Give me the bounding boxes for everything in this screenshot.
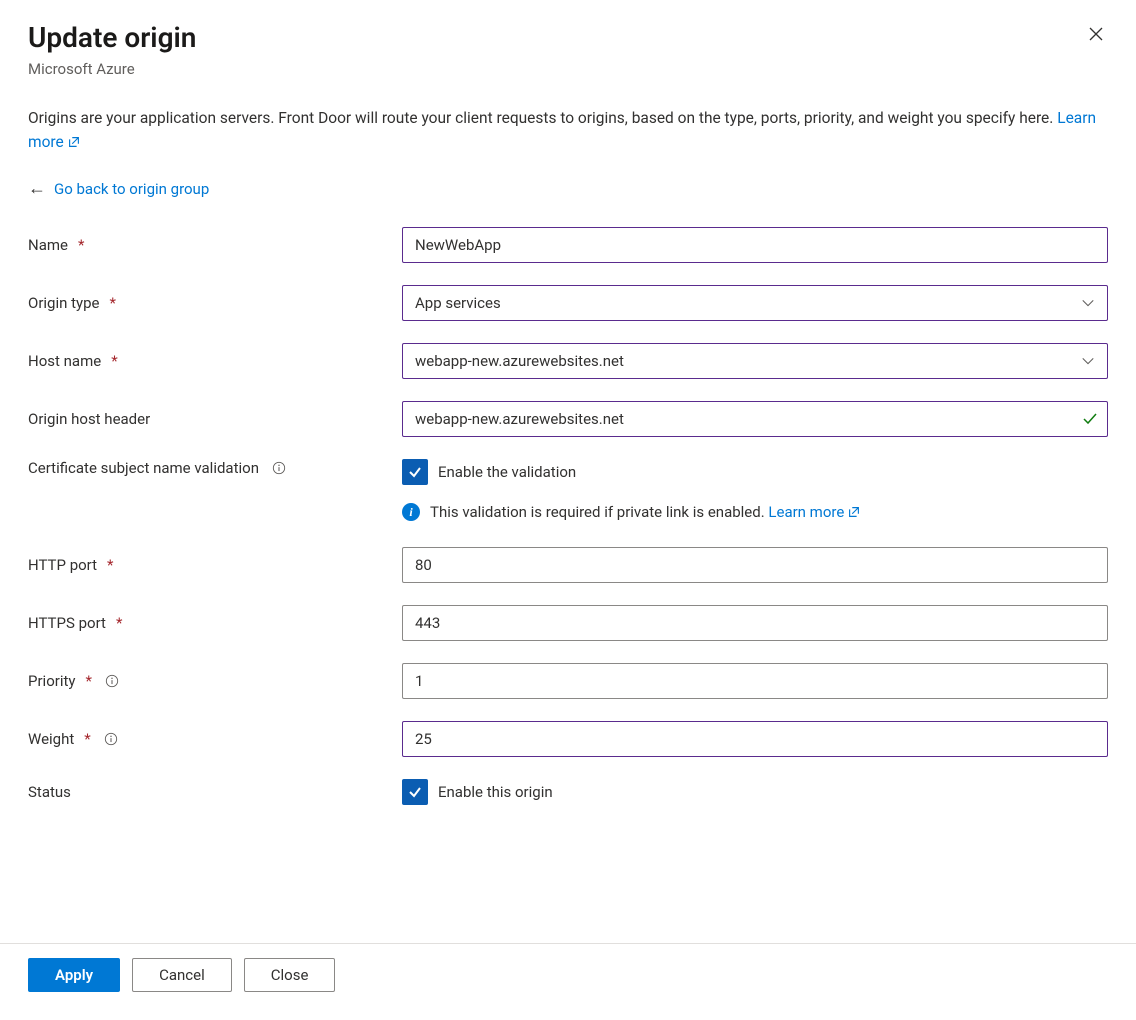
external-link-icon [67,135,81,149]
enable-validation-label: Enable the validation [438,463,576,481]
panel-title: Update origin [28,20,1108,56]
weight-input[interactable] [402,721,1108,757]
info-tooltip[interactable] [103,731,119,747]
info-icon [104,732,118,746]
info-filled-icon: i [402,503,420,521]
origin-host-header-input[interactable] [402,401,1108,437]
chevron-down-icon [1081,296,1095,310]
priority-input[interactable] [402,663,1108,699]
chevron-down-icon [1081,354,1095,368]
checkmark-icon [407,464,423,480]
https-port-input[interactable] [402,605,1108,641]
host-name-label: Host name* [28,352,402,370]
cert-validation-label: Certificate subject name validation [28,459,402,477]
external-link-icon [847,505,861,519]
enable-origin-checkbox[interactable] [402,779,428,805]
origin-host-header-label: Origin host header [28,410,402,428]
enable-validation-checkbox[interactable] [402,459,428,485]
http-port-input[interactable] [402,547,1108,583]
close-button[interactable] [1084,24,1108,48]
origin-type-dropdown[interactable]: App services [402,285,1108,321]
description-text: Origins are your application servers. Fr… [28,106,1108,154]
back-link-row[interactable]: ← Go back to origin group [28,178,1108,199]
back-link: Go back to origin group [54,180,209,198]
panel-subtitle: Microsoft Azure [28,60,1108,78]
info-tooltip[interactable] [271,460,287,476]
status-label: Status [28,783,402,801]
apply-button[interactable]: Apply [28,958,120,992]
host-name-dropdown[interactable]: webapp-new.azurewebsites.net [402,343,1108,379]
info-icon [272,461,286,475]
check-icon [1082,411,1098,427]
info-icon [105,674,119,688]
weight-label: Weight* [28,730,402,748]
origin-type-label: Origin type* [28,294,402,312]
http-port-label: HTTP port* [28,556,402,574]
enable-origin-label: Enable this origin [438,783,553,801]
cancel-button[interactable]: Cancel [132,958,232,992]
priority-label: Priority* [28,672,402,690]
close-icon [1088,26,1104,42]
back-arrow-icon: ← [28,178,46,199]
checkmark-icon [407,784,423,800]
info-tooltip[interactable] [104,673,120,689]
name-input[interactable] [402,227,1108,263]
name-label: Name* [28,236,402,254]
validation-learn-more-link[interactable]: Learn more [768,503,861,521]
https-port-label: HTTPS port* [28,614,402,632]
close-footer-button[interactable]: Close [244,958,336,992]
